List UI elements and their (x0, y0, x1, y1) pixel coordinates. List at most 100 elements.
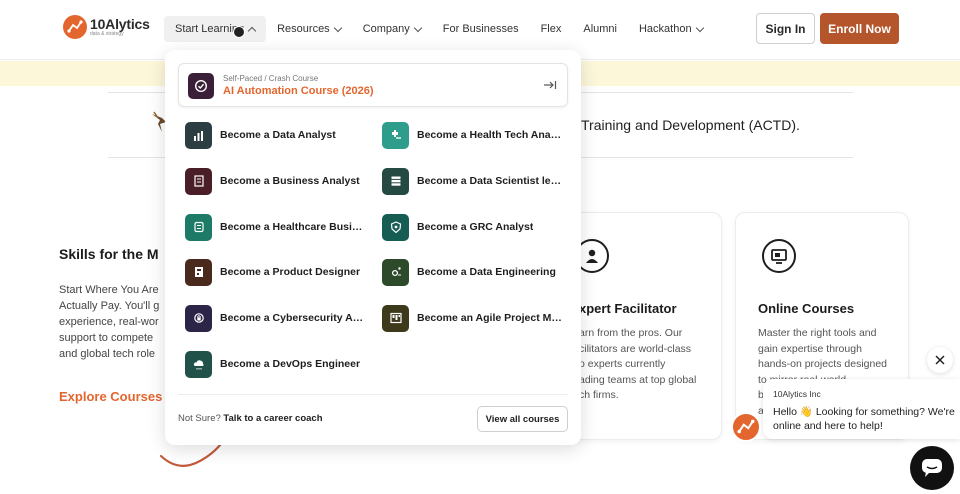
nav-resources[interactable]: Resources (266, 16, 352, 42)
brand-tagline: data & strategy (90, 31, 124, 37)
nav-company[interactable]: Company (352, 16, 432, 42)
menu-course-item[interactable]: Become a Product Designer (185, 258, 360, 286)
document-icon (185, 167, 212, 195)
skills-description: Start Where You Are Actually Pay. You'll… (59, 282, 165, 366)
card-title: xpert Facilitator (579, 301, 677, 316)
card-line: ch firms. (579, 389, 619, 401)
menu-course-label: Become a Cybersecurity An... (220, 312, 365, 324)
skills-title: Skills for the M (59, 246, 159, 262)
menu-course-item[interactable]: Become a Data Engineering (382, 258, 556, 286)
chat-icon (922, 459, 942, 477)
menu-course-item[interactable]: Become a GRC Analyst (382, 213, 533, 241)
not-sure-text: Not Sure? (178, 413, 221, 424)
menu-course-label: Become a Health Tech Analyst (417, 129, 562, 141)
design-icon (185, 258, 212, 286)
skills-line: and global tech role (59, 348, 156, 360)
menu-course-label: Become a Product Designer (220, 266, 361, 278)
mouse-cursor-icon (233, 26, 245, 38)
shield-icon (382, 213, 409, 241)
skills-line: Start Where You Are (59, 284, 159, 296)
chat-message-bubble[interactable]: 10Alytics Inc Hello 👋 Looking for someth… (763, 379, 960, 439)
list-icon (185, 213, 212, 241)
skills-line: Actually Pay. You'll g (59, 300, 160, 312)
gear-icon (382, 258, 409, 286)
nav-label: For Businesses (442, 23, 519, 35)
screen-icon (762, 239, 796, 273)
card-line: cilitators are world-class (579, 342, 692, 355)
arrow-right-bar-icon (544, 81, 557, 89)
nav-label: Flex (540, 23, 562, 35)
board-icon (382, 304, 409, 332)
menu-course-label: Become a GRC Analyst (417, 221, 534, 233)
sign-in-button[interactable]: Sign In (756, 13, 815, 44)
database-icon (382, 167, 409, 195)
nav-label: Resources (277, 23, 330, 35)
career-coach-link[interactable]: Talk to a career coach (223, 413, 322, 424)
lock-icon (185, 304, 212, 332)
logo-mark-icon (63, 15, 87, 39)
card-line: Master the right tools and (758, 327, 877, 339)
chat-close-button[interactable] (927, 347, 953, 373)
nav-label: Alumni (583, 23, 617, 35)
brand-logo[interactable]: 10Alytics data & strategy (63, 15, 150, 39)
close-icon (935, 355, 945, 365)
chat-line: online and here to help! (773, 420, 883, 432)
card-line: hands-on projects designed (758, 358, 888, 370)
menu-course-label: Become a Business Analyst (220, 175, 360, 187)
main-nav: Start Learning Resources Company For Bus… (164, 16, 714, 42)
menu-course-label: Become a Healthcare Busine... (220, 221, 365, 233)
actd-text: Training and Development (ACTD). (581, 117, 800, 133)
featured-title: AI Automation Course (2026) (223, 85, 374, 97)
nav-for-businesses[interactable]: For Businesses (432, 16, 530, 42)
enroll-now-button[interactable]: Enroll Now (820, 13, 899, 44)
nav-label: Hackathon (638, 23, 692, 35)
card-line: ading teams at top global (579, 373, 697, 386)
menu-course-item[interactable]: Become a Cybersecurity An... (185, 304, 365, 332)
menu-course-item[interactable]: Become a Data Scientist leve... (382, 167, 562, 195)
skills-line: experience, real-wor (59, 316, 159, 328)
chat-line: Hello 👋 Looking for something? We're (773, 406, 955, 418)
chevron-up-icon (247, 26, 257, 35)
card-title: Online Courses (758, 301, 855, 316)
health-icon (382, 121, 409, 149)
menu-course-label: Become a Data Engineering (417, 266, 556, 278)
nav-flex[interactable]: Flex (530, 16, 573, 42)
nav-alumni[interactable]: Alumni (572, 16, 628, 42)
card-line: o experts currently (579, 358, 666, 370)
chevron-down-icon (333, 23, 342, 32)
card-line: arn from the pros. Our (579, 327, 683, 339)
chat-launcher-button[interactable] (910, 446, 954, 490)
explore-courses-link[interactable]: Explore Courses (59, 389, 165, 404)
start-learning-dropdown: Self-Paced / Crash Course AI Automation … (165, 50, 581, 445)
featured-subtitle: Self-Paced / Crash Course (223, 74, 319, 83)
divider (178, 394, 568, 395)
nav-hackathon[interactable]: Hackathon (628, 16, 714, 42)
feature-card-facilitator: xpert Facilitator arn from the pros. Our… (560, 212, 722, 440)
card-description: arn from the pros. Our cilitators are wo… (579, 326, 696, 404)
nav-start-learning[interactable]: Start Learning (164, 16, 267, 42)
menu-course-item[interactable]: Become a DevOps Engineer (185, 350, 360, 378)
menu-course-label: Become a DevOps Engineer (220, 358, 361, 370)
chevron-down-icon (695, 23, 704, 32)
view-all-courses-button[interactable]: View all courses (477, 406, 568, 432)
chevron-down-icon (413, 23, 423, 32)
brand-name: 10Alytics (90, 16, 150, 32)
chat-message: Hello 👋 Looking for something? We're onl… (773, 405, 955, 433)
menu-course-label: Become a Data Scientist leve... (417, 175, 562, 187)
logo-mark-icon (737, 419, 755, 434)
cloud-icon (185, 350, 212, 378)
menu-course-item[interactable]: Become a Health Tech Analyst (382, 121, 562, 149)
menu-course-item[interactable]: Become an Agile Project Ma... (382, 304, 562, 332)
card-line: gain expertise through (758, 342, 862, 355)
menu-course-item[interactable]: Become a Business Analyst (185, 167, 360, 195)
chat-sender: 10Alytics Inc (773, 389, 821, 399)
featured-course-ai-automation[interactable]: Self-Paced / Crash Course AI Automation … (178, 63, 568, 107)
menu-course-item[interactable]: Become a Healthcare Busine... (185, 213, 365, 241)
menu-course-item[interactable]: Become a Data Analyst (185, 121, 336, 149)
chat-avatar (731, 412, 761, 442)
check-badge-icon (188, 73, 214, 99)
menu-course-label: Become an Agile Project Ma... (417, 312, 562, 324)
career-coach-prompt: Not Sure? Talk to a career coach (178, 413, 323, 424)
menu-course-label: Become a Data Analyst (220, 129, 336, 141)
nav-label: Company (362, 23, 410, 35)
